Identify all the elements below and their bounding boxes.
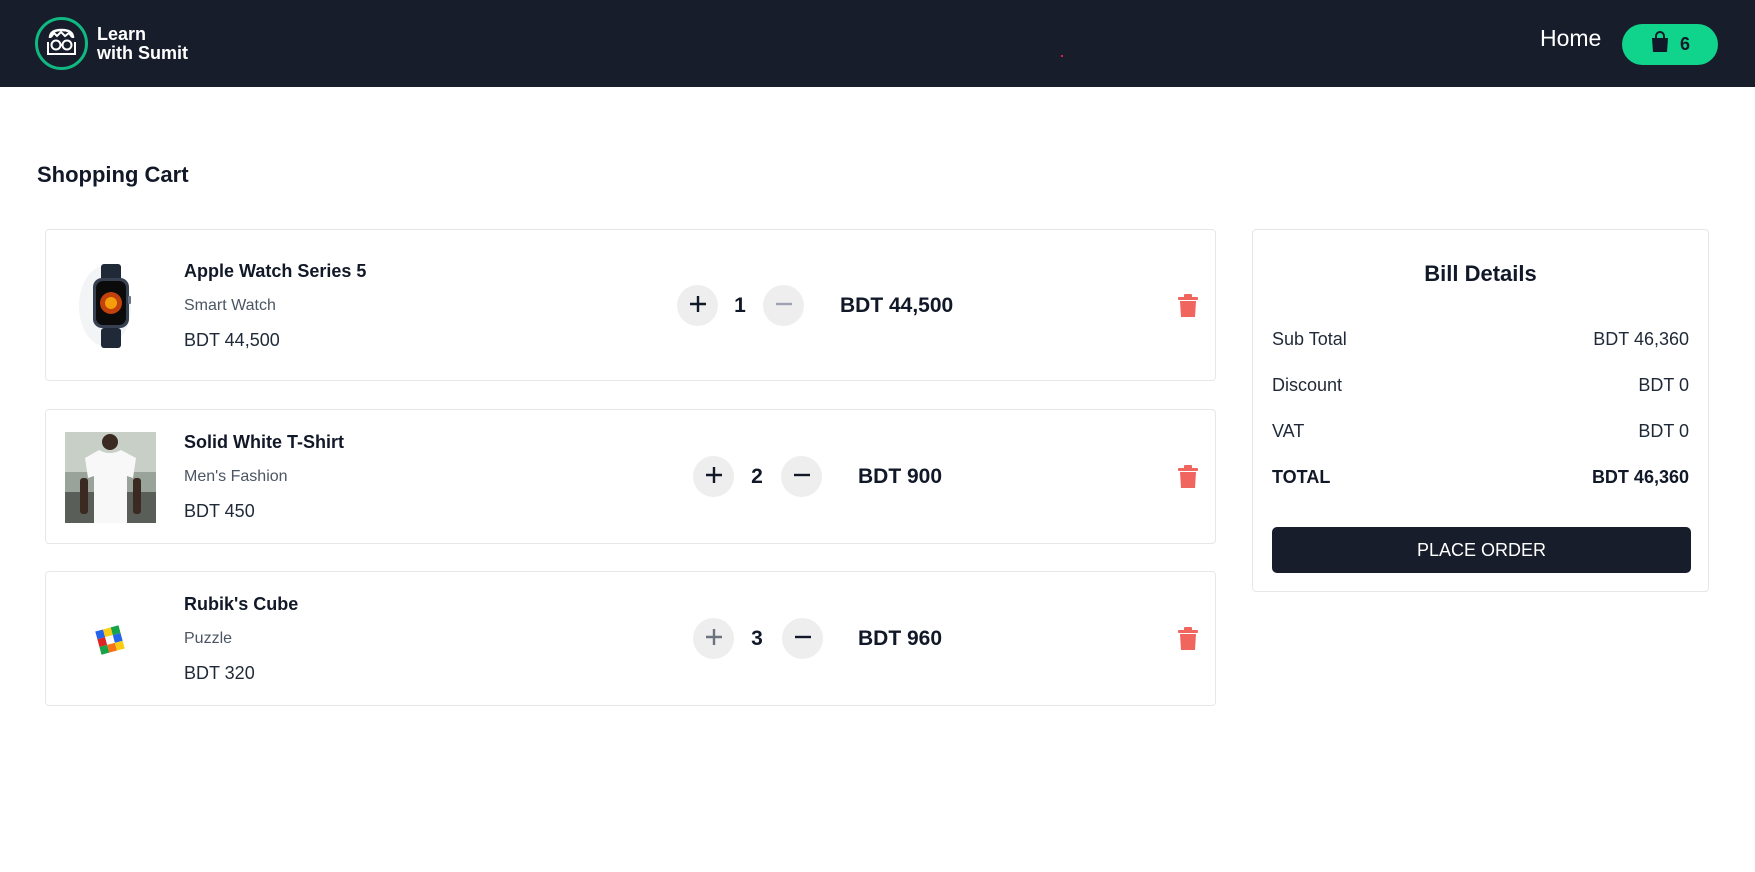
watch-image: [65, 260, 156, 351]
item-line-total: BDT 44,500: [840, 294, 954, 317]
trash-icon[interactable]: [1177, 465, 1199, 489]
subtotal-label: Sub Total: [1272, 329, 1347, 349]
place-order-button[interactable]: PLACE ORDER: [1272, 527, 1691, 573]
item-unit-price: BDT 450: [184, 501, 255, 521]
minus-icon: [794, 628, 812, 649]
cart-item: Apple Watch Series 5 Smart Watch BDT 44,…: [45, 229, 1216, 381]
quantity-value: 2: [751, 465, 763, 488]
item-line-total: BDT 900: [858, 465, 943, 488]
plus-icon: [705, 628, 723, 649]
item-name: Solid White T-Shirt: [184, 432, 344, 452]
item-unit-price: BDT 320: [184, 663, 255, 683]
increase-quantity-button[interactable]: [693, 618, 734, 659]
item-name: Rubik's Cube: [184, 594, 299, 614]
subtotal-row: Sub Total BDT 46,360: [1272, 329, 1689, 350]
total-value: BDT 46,360: [1591, 467, 1689, 487]
discount-label: Discount: [1272, 375, 1343, 395]
vat-value: BDT 0: [1638, 421, 1689, 441]
item-unit-price: BDT 44,500: [184, 330, 280, 350]
trash-icon[interactable]: [1177, 294, 1199, 318]
total-row: TOTAL BDT 46,360: [1272, 467, 1689, 488]
cart-count: 6: [1679, 34, 1690, 54]
logo-icon: [35, 17, 88, 70]
brand-logo[interactable]: Learn with Sumit: [35, 17, 188, 70]
item-category: Smart Watch: [184, 297, 276, 314]
logo-line-2: with Sumit: [97, 42, 188, 63]
tshirt-image: [65, 432, 156, 523]
cart-item: Rubik's Cube Puzzle BDT 320 3 BDT 960: [45, 571, 1216, 706]
bill-details-panel: Bill Details Sub Total BDT 46,360 Discou…: [1252, 229, 1709, 592]
decrease-quantity-button[interactable]: [782, 618, 823, 659]
stray-dot: [1061, 55, 1063, 57]
trash-icon[interactable]: [1177, 627, 1199, 651]
item-category: Men's Fashion: [184, 468, 288, 485]
shopping-bag-icon: [1650, 31, 1670, 58]
increase-quantity-button[interactable]: [693, 456, 734, 497]
plus-icon: [705, 466, 723, 487]
quantity-value: 1: [734, 294, 746, 317]
top-navbar: Learn with Sumit Home 6: [0, 0, 1755, 87]
nav-home-link[interactable]: Home: [1540, 25, 1601, 52]
minus-icon: [775, 295, 793, 316]
decrease-quantity-button[interactable]: [781, 456, 822, 497]
discount-row: Discount BDT 0: [1272, 375, 1689, 396]
quantity-value: 3: [751, 627, 763, 650]
item-category: Puzzle: [184, 630, 233, 647]
total-label: TOTAL: [1272, 467, 1331, 487]
rubiks-cube-image: [65, 594, 156, 685]
decrease-quantity-button[interactable]: [763, 285, 804, 326]
minus-icon: [793, 466, 811, 487]
cart-button[interactable]: 6: [1622, 24, 1718, 65]
increase-quantity-button[interactable]: [677, 285, 718, 326]
subtotal-value: BDT 46,360: [1593, 329, 1689, 349]
bill-title: Bill Details: [1424, 261, 1537, 286]
cart-item: Solid White T-Shirt Men's Fashion BDT 45…: [45, 409, 1216, 544]
discount-value: BDT 0: [1638, 375, 1689, 395]
page-title: Shopping Cart: [37, 162, 189, 187]
item-name: Apple Watch Series 5: [184, 261, 367, 281]
item-line-total: BDT 960: [858, 627, 943, 650]
logo-text: Learn with Sumit: [97, 23, 188, 63]
plus-icon: [689, 295, 707, 316]
vat-row: VAT BDT 0: [1272, 421, 1689, 442]
vat-label: VAT: [1272, 421, 1305, 441]
logo-line-1: Learn: [97, 23, 147, 44]
